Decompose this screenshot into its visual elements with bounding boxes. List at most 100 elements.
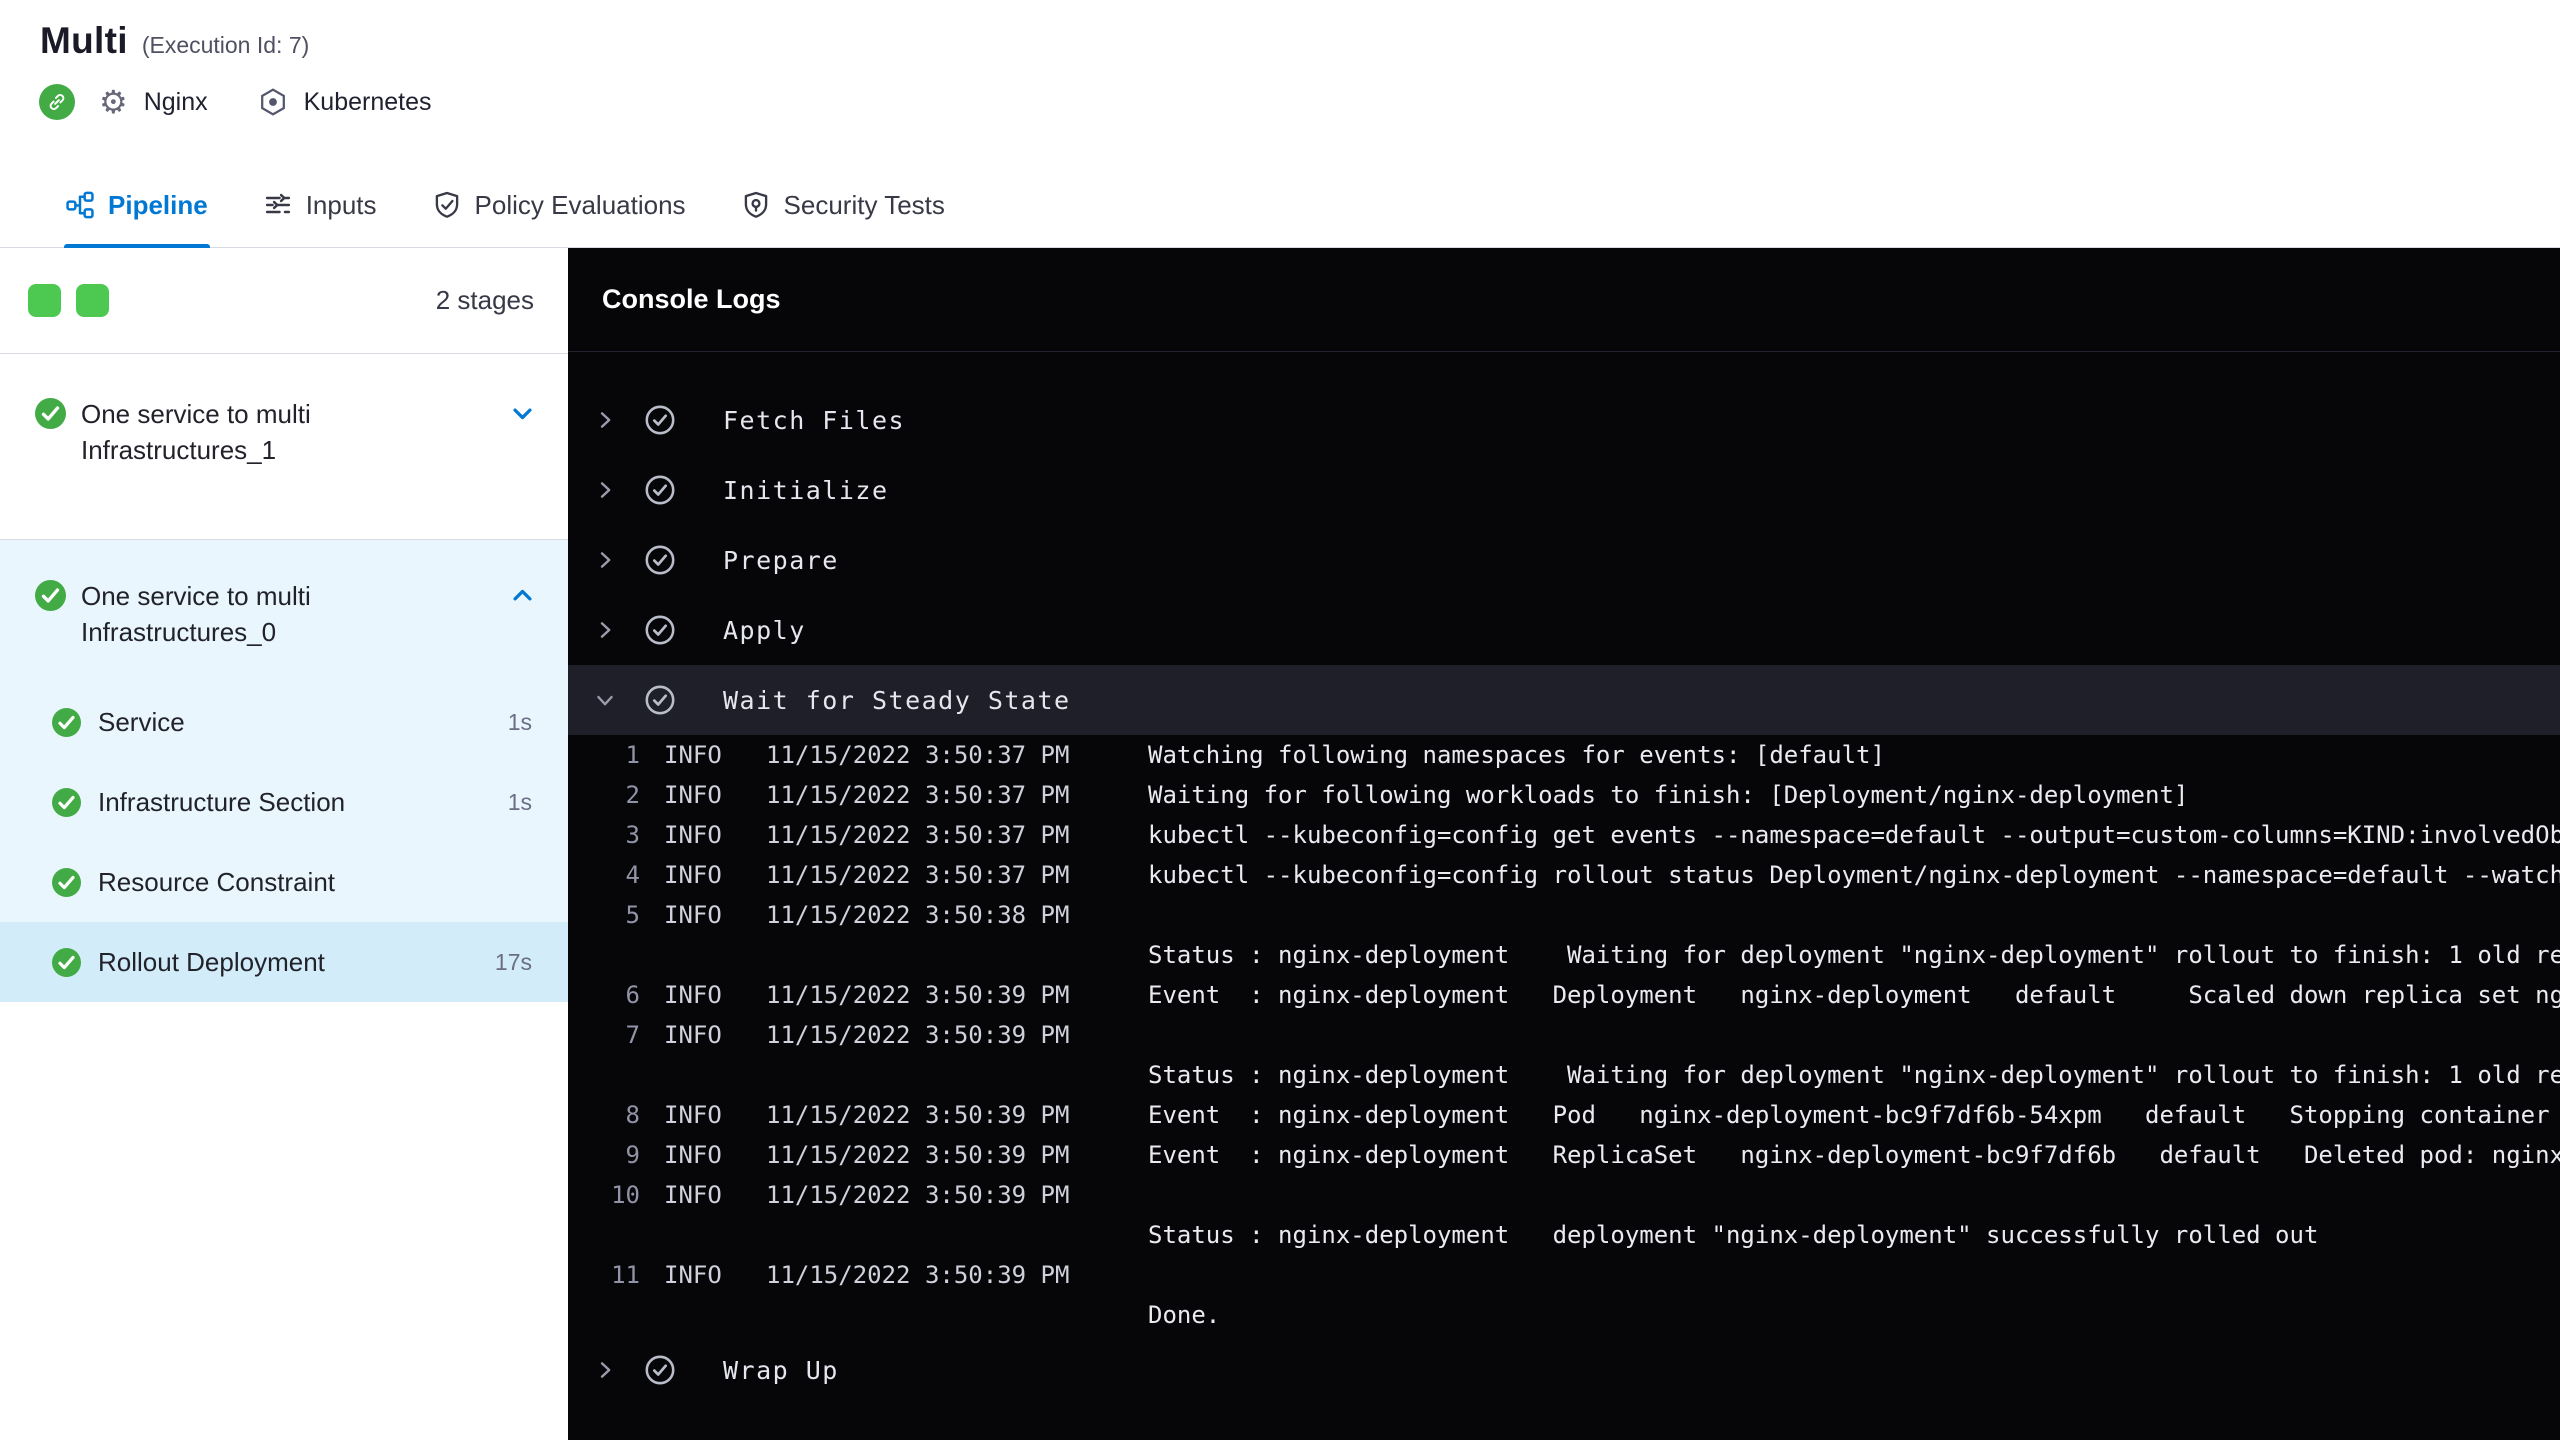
chevron-right-icon[interactable] — [593, 548, 617, 572]
log-message: Waiting for following workloads to finis… — [1148, 781, 2189, 809]
service-name: Nginx — [143, 87, 208, 116]
log-message: Event : nginx-deployment Deployment ngin… — [1148, 981, 2560, 1009]
pipeline-execution-page: Multi (Execution Id: 7) ⚙ Nginx Kubernet… — [0, 0, 2560, 1440]
log-line: Done. — [568, 1295, 2560, 1335]
step-success-icon — [645, 615, 675, 645]
log-message: Event : nginx-deployment Pod nginx-deplo… — [1148, 1101, 2550, 1129]
shield-check-icon — [435, 191, 458, 218]
log-line: 1 INFO 11/15/2022 3:50:37 PM Watching follo… — [568, 735, 2560, 775]
log-output: 1 INFO 11/15/2022 3:50:37 PM Watching follo… — [568, 735, 2560, 1335]
log-timestamp: 11/15/2022 3:50:37 PM — [766, 741, 1070, 769]
success-check-icon — [35, 398, 66, 429]
log-line-number: 3 — [625, 821, 640, 849]
tab-label: Pipeline — [108, 189, 208, 220]
stage-card-infrastructures-0[interactable]: One service to multi Infrastructures_0 — [0, 540, 568, 682]
success-check-icon — [52, 867, 81, 897]
log-line: 4 INFO 11/15/2022 3:50:37 PM kubectl --kube… — [568, 855, 2560, 895]
sidebar-step-rollout-deployment[interactable]: Rollout Deployment 17s — [0, 922, 568, 1002]
tab-security-tests[interactable]: Security Tests — [742, 163, 945, 247]
log-line: 9 INFO 11/15/2022 3:50:39 PM Event : nginx-… — [568, 1135, 2560, 1175]
inputs-icon — [265, 193, 290, 214]
log-line: 7 INFO 11/15/2022 3:50:39 PM — [568, 1015, 2560, 1055]
log-line-number: 1 — [625, 741, 640, 769]
gear-icon: ⚙ — [99, 84, 128, 120]
kubernetes-icon — [260, 88, 285, 116]
console-step-label: Fetch Files — [723, 405, 906, 435]
log-level: INFO — [664, 981, 722, 1009]
stage-label: One service to multi Infrastructures_1 — [81, 399, 311, 466]
console-step-prepare[interactable]: Prepare — [568, 525, 2560, 595]
step-label: Service — [98, 706, 185, 737]
log-timestamp: 11/15/2022 3:50:39 PM — [766, 981, 1070, 1009]
console-step-label: Prepare — [723, 545, 839, 575]
console-step-label: Wrap Up — [723, 1355, 839, 1385]
log-line: 5 INFO 11/15/2022 3:50:38 PM — [568, 895, 2560, 935]
log-line: 2 INFO 11/15/2022 3:50:37 PM Waiting for fo… — [568, 775, 2560, 815]
log-message: Event : nginx-deployment ReplicaSet ngin… — [1148, 1141, 2560, 1169]
stage-success-square-icon — [76, 284, 109, 317]
chevron-right-icon[interactable] — [593, 478, 617, 502]
success-check-icon — [52, 707, 81, 737]
chevron-right-icon[interactable] — [593, 618, 617, 642]
log-level: INFO — [664, 861, 722, 889]
console-step-initialize[interactable]: Initialize — [568, 455, 2560, 525]
stage-card-infrastructures-1[interactable]: One service to multi Infrastructures_1 — [0, 354, 568, 540]
sidebar-step-infrastructure-section[interactable]: Infrastructure Section 1s — [0, 762, 568, 842]
console-body: Fetch Files Initialize Prepare Apply Wai… — [568, 352, 2560, 1440]
log-level: INFO — [664, 741, 722, 769]
tab-policy-evaluations[interactable]: Policy Evaluations — [433, 163, 686, 247]
log-line-number: 9 — [625, 1141, 640, 1169]
tab-inputs[interactable]: Inputs — [264, 163, 377, 247]
log-line-number: 2 — [625, 781, 640, 809]
tab-bar: Pipeline Inputs Policy Evaluations Secur… — [0, 163, 2560, 248]
log-timestamp: 11/15/2022 3:50:39 PM — [766, 1141, 1070, 1169]
chevron-down-icon[interactable] — [509, 400, 536, 427]
log-timestamp: 11/15/2022 3:50:39 PM — [766, 1181, 1070, 1209]
console-step-wrap-up[interactable]: Wrap Up — [568, 1335, 2560, 1405]
tab-label: Security Tests — [783, 189, 945, 220]
step-label: Rollout Deployment — [98, 946, 325, 977]
step-label: Infrastructure Section — [98, 786, 346, 817]
console-step-fetch-files[interactable]: Fetch Files — [568, 385, 2560, 455]
execution-meta-row: ⚙ Nginx Kubernetes — [0, 84, 2560, 120]
log-level: INFO — [664, 821, 722, 849]
log-timestamp: 11/15/2022 3:50:38 PM — [766, 901, 1070, 929]
log-level: INFO — [664, 1101, 722, 1129]
infrastructure-name: Kubernetes — [303, 87, 432, 116]
chevron-right-icon[interactable] — [593, 408, 617, 432]
console-step-wait-for-steady-state[interactable]: Wait for Steady State — [568, 665, 2560, 735]
log-message: Done. — [1148, 1301, 1221, 1329]
tab-pipeline[interactable]: Pipeline — [64, 163, 210, 248]
execution-id: (Execution Id: 7) — [141, 32, 310, 58]
success-check-icon — [52, 947, 81, 977]
console-step-apply[interactable]: Apply — [568, 595, 2560, 665]
log-line-number: 11 — [611, 1261, 640, 1289]
log-level: INFO — [664, 1181, 722, 1209]
success-check-icon — [52, 787, 81, 817]
log-line-number: 8 — [625, 1101, 640, 1129]
log-line: 6 INFO 11/15/2022 3:50:39 PM Event : nginx-… — [568, 975, 2560, 1015]
title-row: Multi (Execution Id: 7) — [0, 0, 2560, 62]
step-duration: 1s — [507, 708, 532, 735]
chevron-down-icon[interactable] — [593, 688, 617, 712]
stages-sidebar: 2 stages One service to multi Infrastruc… — [0, 248, 568, 1440]
stage-label: One service to multi Infrastructures_0 — [81, 581, 311, 648]
page-title: Multi — [40, 20, 128, 61]
sidebar-step-service[interactable]: Service 1s — [0, 682, 568, 762]
step-success-icon — [645, 405, 675, 435]
success-check-icon — [35, 580, 66, 611]
log-message: Watching following namespaces for events… — [1148, 741, 1885, 769]
console-logs-panel: Console Logs Fetch Files Initialize Prep… — [568, 248, 2560, 1440]
step-success-icon — [645, 1355, 675, 1385]
log-level: INFO — [664, 781, 722, 809]
log-timestamp: 11/15/2022 3:50:39 PM — [766, 1101, 1070, 1129]
step-duration: 17s — [494, 948, 532, 975]
log-timestamp: 11/15/2022 3:50:37 PM — [766, 861, 1070, 889]
chevron-right-icon[interactable] — [593, 1358, 617, 1382]
log-message: Status : nginx-deployment Waiting for de… — [1148, 941, 2560, 969]
pipeline-icon — [66, 191, 94, 219]
log-timestamp: 11/15/2022 3:50:37 PM — [766, 781, 1070, 809]
chevron-up-icon[interactable] — [509, 582, 536, 609]
log-line: 8 INFO 11/15/2022 3:50:39 PM Event : nginx-… — [568, 1095, 2560, 1135]
sidebar-step-resource-constraint[interactable]: Resource Constraint — [0, 842, 568, 922]
